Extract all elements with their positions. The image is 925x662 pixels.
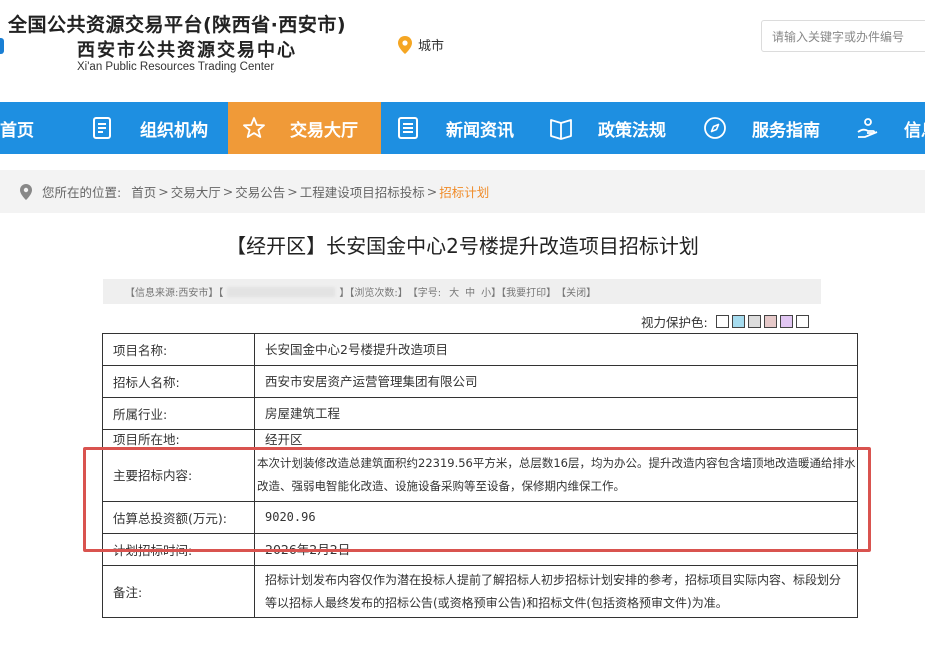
logo[interactable] xyxy=(0,38,4,54)
fontsize-label: 【字号: xyxy=(407,288,442,299)
row-value: 长安国金中心2号楼提升改造项目 xyxy=(254,333,858,366)
site-subtitle-english: Xi'an Public Resources Trading Center xyxy=(77,61,275,73)
location-pin-icon xyxy=(398,35,412,54)
nav-item-label: 交易大厅 xyxy=(290,120,358,141)
row-value: 9020.96 xyxy=(254,501,858,534)
print-link[interactable]: 】【我要打印】 xyxy=(491,284,556,299)
color-swatch-white[interactable] xyxy=(715,315,729,328)
row-value: 房屋建筑工程 xyxy=(254,397,858,430)
row-key: 计划招标时间: xyxy=(102,533,255,566)
document-icon xyxy=(90,116,114,140)
row-value: 2026年2月2日 xyxy=(254,533,858,566)
row-value: 招标计划发布内容仅作为潜在投标人提前了解招标人初步招标计划安排的参考，招标项目实… xyxy=(254,565,858,618)
nav-item-info[interactable]: 信息 xyxy=(856,102,925,154)
nav-item-label: 信息 xyxy=(904,120,925,141)
table-row: 计划招标时间: 2026年2月2日 xyxy=(102,533,858,566)
site-header: 全国公共资源交易平台(陕西省·西安市) 西安市公共资源交易中心 Xi'an Pu… xyxy=(0,0,925,102)
nav-item-label: 政策法规 xyxy=(598,120,666,141)
table-row: 招标人名称: 西安市安居资产运营管理集团有限公司 xyxy=(102,365,858,398)
star-icon xyxy=(242,116,266,140)
row-value: 西安市安居资产运营管理集团有限公司 xyxy=(254,365,858,398)
location-pin-icon xyxy=(20,183,32,200)
breadcrumb-trading-hall[interactable]: 交易大厅 xyxy=(171,182,221,201)
compass-icon xyxy=(703,116,727,140)
table-row: 主要招标内容: 本次计划装修改造总建筑面积约22319.56平方米，总层数16层… xyxy=(102,447,858,502)
row-key: 项目所在地: xyxy=(102,429,255,448)
nav-item-label: 组织机构 xyxy=(140,120,208,141)
row-key: 备注: xyxy=(102,565,255,618)
table-row: 估算总投资额(万元): 9020.96 xyxy=(102,501,858,534)
breadcrumb-construction-bidding[interactable]: 工程建设项目招标投标 xyxy=(300,182,425,201)
color-swatch-pink[interactable] xyxy=(763,315,777,328)
source-label: 【信息来源:西安市】【 xyxy=(125,288,224,299)
table-row: 项目所在地: 经开区 xyxy=(102,429,858,448)
nav-item-policy[interactable]: 政策法规 xyxy=(549,102,689,154)
nav-item-home[interactable]: 首页 xyxy=(0,102,70,154)
eye-protection-picker: 视力保护色: xyxy=(641,312,809,331)
breadcrumb: 您所在的位置: 首页 > 交易大厅 > 交易公告 > 工程建设项目招标投标 > … xyxy=(0,170,925,213)
breadcrumb-current[interactable]: 招标计划 xyxy=(439,182,489,201)
nav-item-label: 首页 xyxy=(0,120,34,141)
eye-protection-label: 视力保护色: xyxy=(641,315,708,330)
breadcrumb-announcements[interactable]: 交易公告 xyxy=(235,182,285,201)
color-swatch-purple[interactable] xyxy=(779,315,793,328)
main-nav: 首页 组织机构 交易大厅 新闻资讯 政策法规 服务指南 信息 xyxy=(0,102,925,154)
row-key: 估算总投资额(万元): xyxy=(102,501,255,534)
row-key: 所属行业: xyxy=(102,397,255,430)
hand-icon xyxy=(856,116,880,140)
nav-item-trading-hall[interactable]: 交易大厅 xyxy=(228,102,381,154)
city-label: 城市 xyxy=(418,39,445,54)
site-title: 全国公共资源交易平台(陕西省·西安市) xyxy=(8,14,347,36)
search-input[interactable]: 请输入关键字或办件编号 xyxy=(761,20,925,52)
site-subtitle: 西安市公共资源交易中心 xyxy=(77,40,297,61)
list-icon xyxy=(396,116,420,140)
article-meta-bar: 【信息来源:西安市】【 】【浏览次数:】 【字号: 大 中 小 】【我要打印】 … xyxy=(103,279,821,304)
nav-item-news[interactable]: 新闻资讯 xyxy=(396,102,536,154)
nav-item-organization[interactable]: 组织机构 xyxy=(90,102,230,154)
breadcrumb-prefix: 您所在的位置: xyxy=(42,185,122,200)
color-swatch-blue[interactable] xyxy=(731,315,745,328)
page-title: 【经开区】长安国金中心2号楼提升改造项目招标计划 xyxy=(226,234,699,258)
row-value: 本次计划装修改造总建筑面积约22319.56平方米，总层数16层，均为办公。提升… xyxy=(254,447,858,502)
nav-item-label: 新闻资讯 xyxy=(446,120,514,141)
table-row: 备注: 招标计划发布内容仅作为潜在投标人提前了解招标人初步招标计划安排的参考，招… xyxy=(102,565,858,618)
detail-table: 项目名称: 长安国金中心2号楼提升改造项目 招标人名称: 西安市安居资产运营管理… xyxy=(102,333,858,618)
row-key: 招标人名称: xyxy=(102,365,255,398)
row-key: 主要招标内容: xyxy=(102,447,255,502)
fontsize-medium-link[interactable]: 中 xyxy=(465,284,475,299)
nav-item-label: 服务指南 xyxy=(752,120,820,141)
nav-item-service-guide[interactable]: 服务指南 xyxy=(703,102,843,154)
fontsize-small-link[interactable]: 小 xyxy=(481,284,491,299)
search-placeholder: 请输入关键字或办件编号 xyxy=(772,29,905,44)
book-icon xyxy=(549,116,573,140)
table-row: 项目名称: 长安国金中心2号楼提升改造项目 xyxy=(102,333,858,366)
row-value: 经开区 xyxy=(254,429,858,448)
close-link[interactable]: 【关闭】 xyxy=(556,284,596,299)
table-row: 所属行业: 房屋建筑工程 xyxy=(102,397,858,430)
city-selector[interactable]: 城市 xyxy=(398,35,444,54)
fontsize-large-link[interactable]: 大 xyxy=(449,284,459,299)
redacted-text xyxy=(227,286,336,297)
views-label: 】【浏览次数:】 xyxy=(339,288,408,299)
breadcrumb-home[interactable]: 首页 xyxy=(131,182,156,201)
row-key: 项目名称: xyxy=(102,333,255,366)
color-swatch-default[interactable] xyxy=(795,315,809,328)
color-swatch-gray[interactable] xyxy=(747,315,761,328)
